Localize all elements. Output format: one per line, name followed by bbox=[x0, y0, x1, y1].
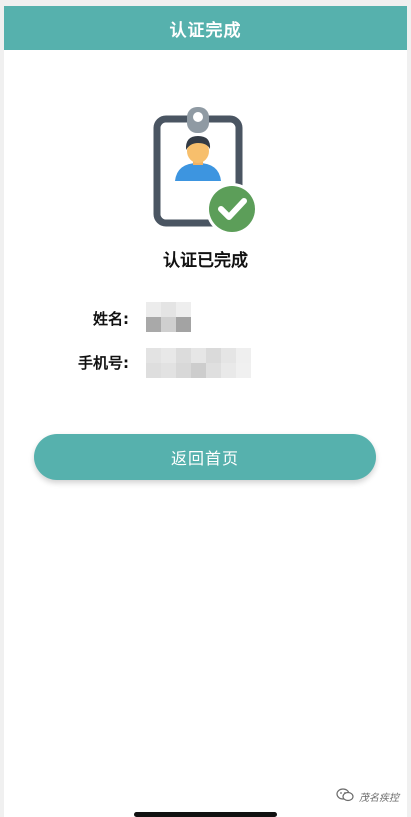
nav-header: 认证完成 bbox=[4, 6, 407, 50]
screen: 认证完成 认证已完成 姓名: 手机号: 返回首页 茂名疾控 bbox=[4, 6, 407, 817]
home-indicator bbox=[134, 812, 277, 817]
status-title: 认证已完成 bbox=[163, 251, 248, 271]
phone-label: 手机号: bbox=[78, 354, 129, 372]
name-row: 姓名: bbox=[4, 302, 407, 336]
id-badge-verified-icon bbox=[151, 101, 261, 236]
wechat-icon bbox=[336, 788, 354, 805]
phone-row: 手机号: bbox=[4, 342, 407, 378]
name-value-redacted bbox=[146, 302, 191, 332]
phone-value-redacted bbox=[146, 348, 251, 378]
watermark-text: 茂名疾控 bbox=[359, 793, 399, 804]
name-label: 姓名: bbox=[93, 310, 129, 328]
watermark: 茂名疾控 bbox=[336, 788, 399, 805]
back-home-button[interactable]: 返回首页 bbox=[34, 434, 376, 480]
page-title: 认证完成 bbox=[169, 20, 242, 41]
